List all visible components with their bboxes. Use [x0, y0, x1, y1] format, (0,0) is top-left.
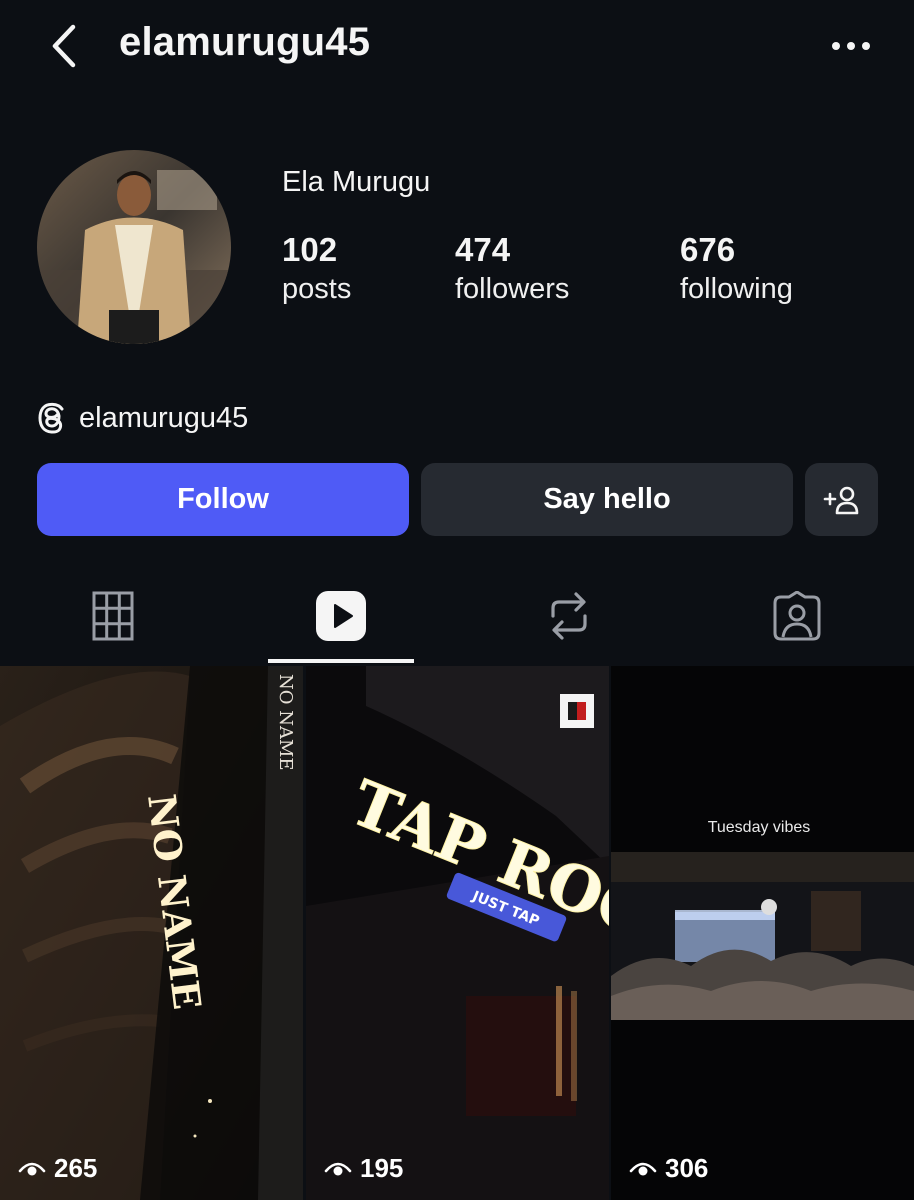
reels-grid: NO NAME NO NAME 265 TAP ROOM JUST TAP 19… [0, 666, 914, 1200]
repost-icon [551, 592, 587, 640]
reel-3-views: 306 [665, 1153, 709, 1183]
eye-icon [629, 1162, 657, 1175]
followers-count: 474 [455, 231, 511, 268]
tab-reels[interactable] [268, 570, 414, 662]
threads-handle: elamurugu45 [79, 401, 249, 434]
more-options-button[interactable] [826, 26, 876, 66]
page-title: elamurugu45 [119, 20, 371, 64]
following-label: following [680, 273, 793, 305]
reel-thumbnail-2[interactable]: TAP ROOM JUST TAP 195 [306, 666, 609, 1200]
followers-label: followers [455, 273, 570, 305]
following-count: 676 [680, 231, 736, 268]
posts-count: 102 [282, 231, 338, 268]
posts-label: posts [282, 273, 352, 305]
posts-stat[interactable]: 102 posts [282, 230, 351, 308]
profile-tabs [0, 570, 914, 666]
following-stat[interactable]: 676 following [680, 230, 793, 308]
reel-thumbnail-3[interactable]: Tuesday vibes 306 [611, 666, 914, 1200]
reel-3-caption: Tuesday vibes [708, 819, 811, 836]
reel-2-view-count: 195 [324, 1153, 403, 1184]
tab-reposts[interactable] [496, 570, 642, 662]
eye-icon [18, 1162, 46, 1175]
say-hello-button[interactable]: Say hello [421, 463, 793, 536]
back-button[interactable] [40, 22, 88, 70]
suggested-users-button[interactable] [805, 463, 878, 536]
reel-3-view-count: 306 [629, 1153, 708, 1184]
add-person-icon [823, 486, 858, 514]
tagged-person-icon [773, 591, 821, 641]
follow-button[interactable]: Follow [37, 463, 409, 536]
reel-1-view-count: 265 [18, 1153, 97, 1184]
ellipsis-icon [832, 42, 870, 50]
reel-2-views: 195 [360, 1153, 404, 1183]
threads-icon [38, 402, 64, 434]
say-hello-button-label: Say hello [543, 483, 671, 515]
eye-icon [324, 1162, 352, 1175]
reels-play-icon [316, 591, 366, 641]
reel-thumbnail-1[interactable]: NO NAME NO NAME 265 [0, 666, 303, 1200]
followers-stat[interactable]: 474 followers [455, 230, 569, 308]
tab-tagged[interactable] [724, 570, 870, 662]
profile-display-name: Ela Murugu [282, 166, 431, 198]
avatar[interactable] [37, 150, 231, 344]
grid-icon [92, 591, 134, 641]
reel-1-views: 265 [54, 1153, 98, 1183]
tab-posts-grid[interactable] [40, 570, 186, 662]
reel-1-overlay-text: NO NAME [275, 674, 296, 771]
active-tab-indicator [268, 659, 414, 663]
threads-profile-link[interactable]: elamurugu45 [37, 398, 248, 438]
chevron-left-icon [52, 24, 76, 68]
profile-header: elamurugu45 [0, 0, 914, 95]
follow-button-label: Follow [177, 483, 269, 515]
